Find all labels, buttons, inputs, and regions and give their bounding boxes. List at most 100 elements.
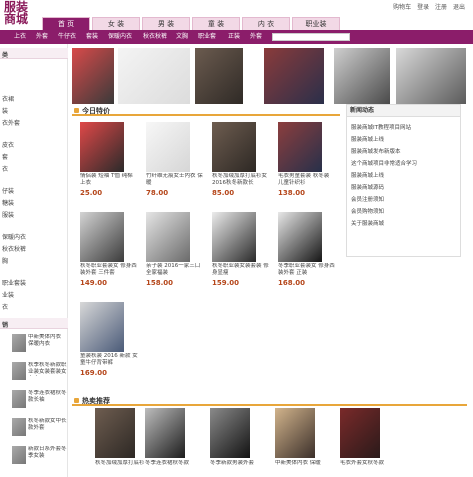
product-price: 159.00 bbox=[212, 279, 240, 287]
news-item[interactable]: 会员购物须知 bbox=[351, 207, 384, 215]
sidebar-title: 类 bbox=[2, 52, 9, 59]
news-item[interactable]: 服装商城IT教程项目网站 bbox=[351, 123, 411, 131]
tab-workwear[interactable]: 职业装 bbox=[292, 17, 340, 30]
news-item[interactable]: 这个商城项目非常适合学习 bbox=[351, 159, 417, 167]
nav-item[interactable]: 上衣 bbox=[14, 30, 26, 44]
news-item[interactable]: 服装商城上线 bbox=[351, 135, 384, 143]
product-name[interactable]: 毛衣男童套装 秋冬装 儿童针织衫 bbox=[278, 173, 336, 187]
nav-item[interactable]: 正装 bbox=[228, 30, 240, 44]
sidebar-item[interactable]: 胸 bbox=[2, 256, 8, 265]
product-price: 85.00 bbox=[212, 189, 235, 197]
product-image[interactable] bbox=[278, 122, 322, 172]
tab-men[interactable]: 男 装 bbox=[142, 17, 190, 30]
product-name[interactable]: 童装秋装 2016 新款 女童牛仔背带裤 bbox=[80, 353, 138, 367]
nav-item[interactable]: 职业套 bbox=[198, 30, 216, 44]
sidebar-item[interactable]: 服装 bbox=[2, 210, 14, 219]
search-input[interactable] bbox=[272, 33, 350, 41]
nav-item[interactable]: 保暖内衣 bbox=[108, 30, 132, 44]
hot-text[interactable]: 新款日系外套冬季女装 bbox=[28, 446, 68, 460]
hot-image[interactable] bbox=[210, 408, 250, 458]
banner-image[interactable] bbox=[195, 48, 243, 104]
hot-image[interactable] bbox=[275, 408, 315, 458]
nav-item[interactable]: 外套 bbox=[250, 30, 262, 44]
product-image[interactable] bbox=[212, 122, 256, 172]
news-item[interactable]: 服装商城上线 bbox=[351, 171, 384, 179]
news-item[interactable]: 服装商城源码 bbox=[351, 183, 384, 191]
banner-image[interactable] bbox=[118, 48, 190, 104]
product-name[interactable]: 秋冬职业装女装套装 修身显瘦 bbox=[212, 263, 270, 277]
sidebar-item[interactable]: 保暖内衣 bbox=[2, 232, 26, 241]
product-image[interactable] bbox=[212, 212, 256, 262]
sidebar-item[interactable]: 套 bbox=[2, 152, 8, 161]
hot-thumb[interactable] bbox=[12, 334, 26, 352]
product-name[interactable]: 秋冬加绒加厚打底衫女 2016秋冬新款长 bbox=[212, 173, 270, 187]
hot-thumb[interactable] bbox=[12, 390, 26, 408]
product-name[interactable]: 竹纤维无痕女士内衣 保暖 bbox=[146, 173, 204, 187]
hot-image[interactable] bbox=[340, 408, 380, 458]
register-link[interactable]: 注册 bbox=[435, 4, 447, 11]
hot-name[interactable]: 毛衣外套女秋冬款 bbox=[340, 460, 400, 467]
sidebar-item[interactable]: 仔装 bbox=[2, 186, 14, 195]
nav-item[interactable]: 外套 bbox=[36, 30, 48, 44]
product-image[interactable] bbox=[80, 122, 124, 172]
hot-name[interactable]: 中新美体内衣 保暖 bbox=[275, 460, 335, 467]
news-title: 新闻动态 bbox=[347, 105, 460, 117]
news-item[interactable]: 服装商城发布新版本 bbox=[351, 147, 401, 155]
product-name[interactable]: 秋冬职业套装女 修身西装外套 三件套 bbox=[80, 263, 138, 277]
product-name[interactable]: 亲子装 2016一家三口全家福装 bbox=[146, 263, 204, 277]
hot-text[interactable]: 中新美体内衣 保暖内衣 bbox=[28, 334, 68, 348]
sidebar-item[interactable]: 秋衣秋裤 bbox=[2, 244, 26, 253]
news-item[interactable]: 关于服装商城 bbox=[351, 219, 384, 227]
product-image[interactable] bbox=[146, 122, 190, 172]
sidebar-item[interactable]: 装 bbox=[2, 106, 8, 115]
section-today: 今日特价 bbox=[72, 105, 340, 116]
hot-image[interactable] bbox=[95, 408, 135, 458]
sidebar-item[interactable]: 业装 bbox=[2, 290, 14, 299]
tab-home[interactable]: 首 页 bbox=[42, 17, 90, 30]
logout-link[interactable]: 退出 bbox=[453, 4, 465, 11]
banner-image[interactable] bbox=[264, 48, 324, 104]
tab-underwear[interactable]: 内 衣 bbox=[242, 17, 290, 30]
product-image[interactable] bbox=[80, 212, 124, 262]
product-image[interactable] bbox=[146, 212, 190, 262]
hot-image[interactable] bbox=[145, 408, 185, 458]
product-image[interactable] bbox=[278, 212, 322, 262]
sidebar-header bbox=[0, 48, 68, 59]
logo-line2-wrap: 商城 bbox=[4, 13, 28, 25]
sidebar-item[interactable]: 职业套装 bbox=[2, 278, 26, 287]
banner-image[interactable] bbox=[72, 48, 114, 104]
nav-item[interactable]: 秋衣秋裤 bbox=[143, 30, 167, 44]
product-name[interactable]: 情侣装 短袖 T恤 纯棉上衣 bbox=[80, 173, 138, 187]
sidebar-item[interactable]: 衣 bbox=[2, 164, 8, 173]
product-price: 158.00 bbox=[146, 279, 174, 287]
hot-thumb[interactable] bbox=[12, 362, 26, 380]
section-hot-title: 热卖推荐 bbox=[82, 397, 110, 405]
banner-image[interactable] bbox=[396, 48, 466, 104]
nav-item[interactable]: 套装 bbox=[86, 30, 98, 44]
sidebar-item[interactable]: 糖装 bbox=[2, 198, 14, 207]
banner-image[interactable] bbox=[334, 48, 390, 104]
sidebar-hot-title: 销 bbox=[2, 322, 9, 329]
sidebar-item[interactable]: 衣 bbox=[2, 302, 8, 311]
sidebar-item[interactable]: 皮衣 bbox=[2, 140, 14, 149]
sidebar-item[interactable]: 衣裙 bbox=[2, 94, 14, 103]
hot-text[interactable]: 秋冬新款女中长款外套 bbox=[28, 418, 68, 432]
nav-item[interactable]: 牛仔衣 bbox=[58, 30, 76, 44]
hot-text[interactable]: 秋季秋冬新款职业装女装套装女上衣 bbox=[28, 362, 68, 376]
nav-item[interactable]: 文胸 bbox=[176, 30, 188, 44]
hot-name[interactable]: 冬季新款男装外套 bbox=[210, 460, 270, 467]
tab-women[interactable]: 女 装 bbox=[92, 17, 140, 30]
cart-link[interactable]: 购物车 bbox=[393, 4, 411, 11]
hot-name[interactable]: 冬季连衣裙秋冬款 bbox=[145, 460, 205, 467]
hot-thumb[interactable] bbox=[12, 418, 26, 436]
product-image[interactable] bbox=[80, 302, 124, 352]
sidebar-item[interactable]: 衣外套 bbox=[2, 118, 20, 127]
news-item[interactable]: 会员注册须知 bbox=[351, 195, 384, 203]
product-name[interactable]: 冬季职业套装女 修身西装外套 正装 bbox=[278, 263, 336, 277]
product-price: 149.00 bbox=[80, 279, 108, 287]
login-link[interactable]: 登录 bbox=[417, 4, 429, 11]
hot-text[interactable]: 冬季连衣裙秋冬款长袖 bbox=[28, 390, 68, 404]
hot-thumb[interactable] bbox=[12, 446, 26, 464]
tab-kids[interactable]: 童 装 bbox=[192, 17, 240, 30]
product-price: 25.00 bbox=[80, 189, 103, 197]
